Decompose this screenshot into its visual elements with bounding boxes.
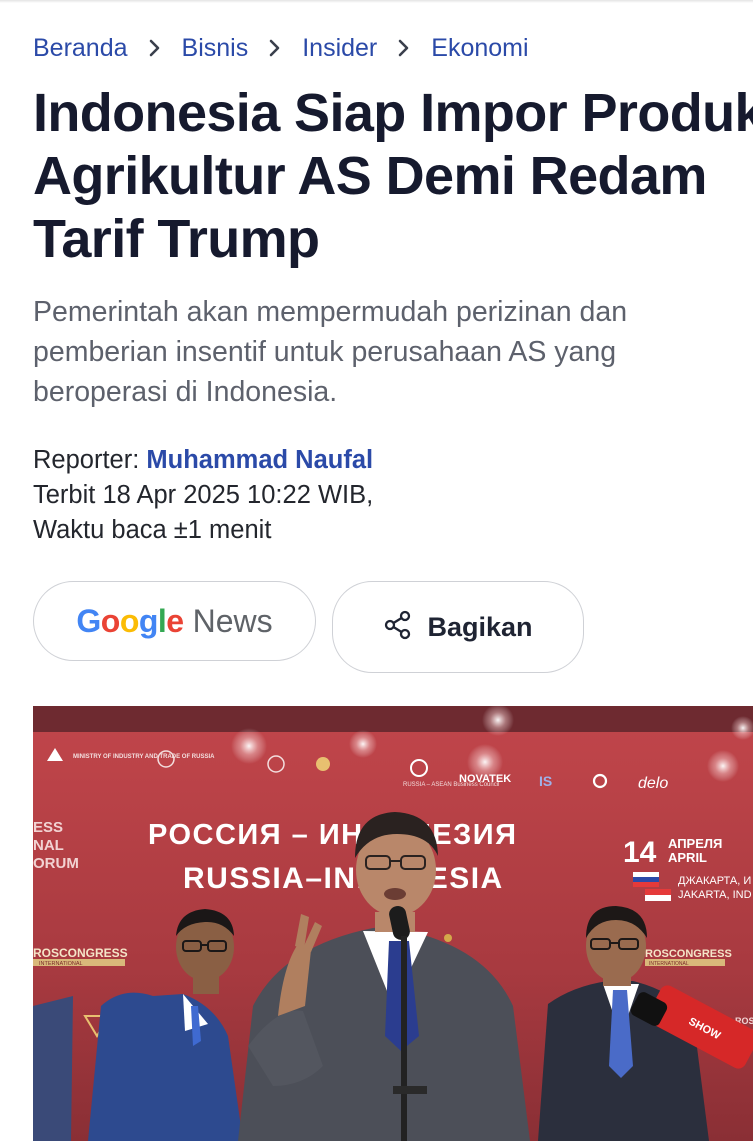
google-logo-letter: o [119,602,140,639]
reporter-name-link[interactable]: Muhammad Naufal [146,446,373,474]
roscongress-text: ROSCONGRESS [33,946,128,960]
google-news-button[interactable]: Google News [33,581,316,661]
article-meta: Reporter: Muhammad Naufal Terbit 18 Apr … [33,443,373,548]
russia-flag-icon [633,872,659,887]
publish-date: Terbit 18 Apr 2025 10:22 WIB, [33,481,374,509]
banner-date-en: APRIL [668,850,707,865]
article-subtitle: Pemerintah akan mempermudah perizinan da… [33,296,628,408]
banner-date-ru: АПРЕЛЯ [668,836,722,851]
forum-word: ORUM [33,855,79,872]
sponsor-logo-is: IS [539,773,552,789]
breadcrumb-item-bisnis[interactable]: Bisnis [182,34,249,63]
ceiling [33,706,753,732]
reporter-line: Reporter: Muhammad Naufal [33,443,373,478]
article-title-line: Indonesia Siap Impor Produk [33,83,753,143]
roscongress-tag-left: ROSCONGRESS INTERNATIONAL [33,946,128,967]
top-divider [0,0,753,3]
article-page: Beranda Bisnis Insider Ekonomi Indonesia… [0,0,753,1141]
banner-date-number: 14 [623,836,657,869]
chevron-right-icon [149,39,161,57]
emblem-icon [316,757,330,771]
chevron-right-icon [398,39,410,57]
banner-title-ru: РОССИЯ – ИНДОНЕЗИЯ [148,819,517,851]
breadcrumb-item-ekonomi[interactable]: Ekonomi [431,34,528,63]
sponsor-ministry-text: MINISTRY OF INDUSTRY AND TRADE OF RUSSIA [73,754,215,760]
article-title: Indonesia Siap Impor Produk Agrikultur A… [33,82,753,271]
article-photo[interactable]: MINISTRY OF INDUSTRY AND TRADE OF RUSSIA… [33,706,753,1141]
article-title-line: Tarif Trump [33,209,320,269]
google-logo-letter: G [76,602,101,639]
article-title-line: Agrikultur AS Demi Redam [33,146,707,206]
chevron-right-icon [269,39,281,57]
roscongress-text: ROSCONGRESS [645,948,732,960]
google-news-label: News [192,602,273,639]
breadcrumb: Beranda Bisnis Insider Ekonomi [33,30,529,66]
google-logo: Google [76,602,184,640]
banner-city-en: JAKARTA, IND [678,889,752,901]
google-logo-letter: e [166,602,184,639]
share-button[interactable]: Bagikan [332,581,584,673]
banner-title-en: RUSSIA–INDONESIA [183,862,504,895]
forum-word: ESS [33,819,63,836]
banner-city-ru: ДЖАКАРТА, И [678,875,751,887]
roscongress-tag-right: ROSCONGRESS INTERNATIONAL [645,948,732,967]
google-logo-letter: o [100,602,121,639]
forum-word: NAL [33,837,64,854]
indonesia-flag-icon [645,889,671,901]
sponsor-delo-text: delo [638,775,668,792]
breadcrumb-item-beranda[interactable]: Beranda [33,34,128,63]
breadcrumb-item-insider[interactable]: Insider [302,34,377,63]
share-icon [383,610,413,645]
sponsor-novatek-text: NOVATEK [459,773,511,785]
google-logo-letter: g [138,602,159,639]
share-label: Bagikan [427,611,533,642]
roscongress-subtext: INTERNATIONAL [649,961,689,967]
read-time: Waktu baca ±1 menit [33,516,272,544]
reporter-label: Reporter: [33,446,147,474]
lapel-pin [444,934,452,942]
roscongress-subtext: INTERNATIONAL [39,961,83,967]
